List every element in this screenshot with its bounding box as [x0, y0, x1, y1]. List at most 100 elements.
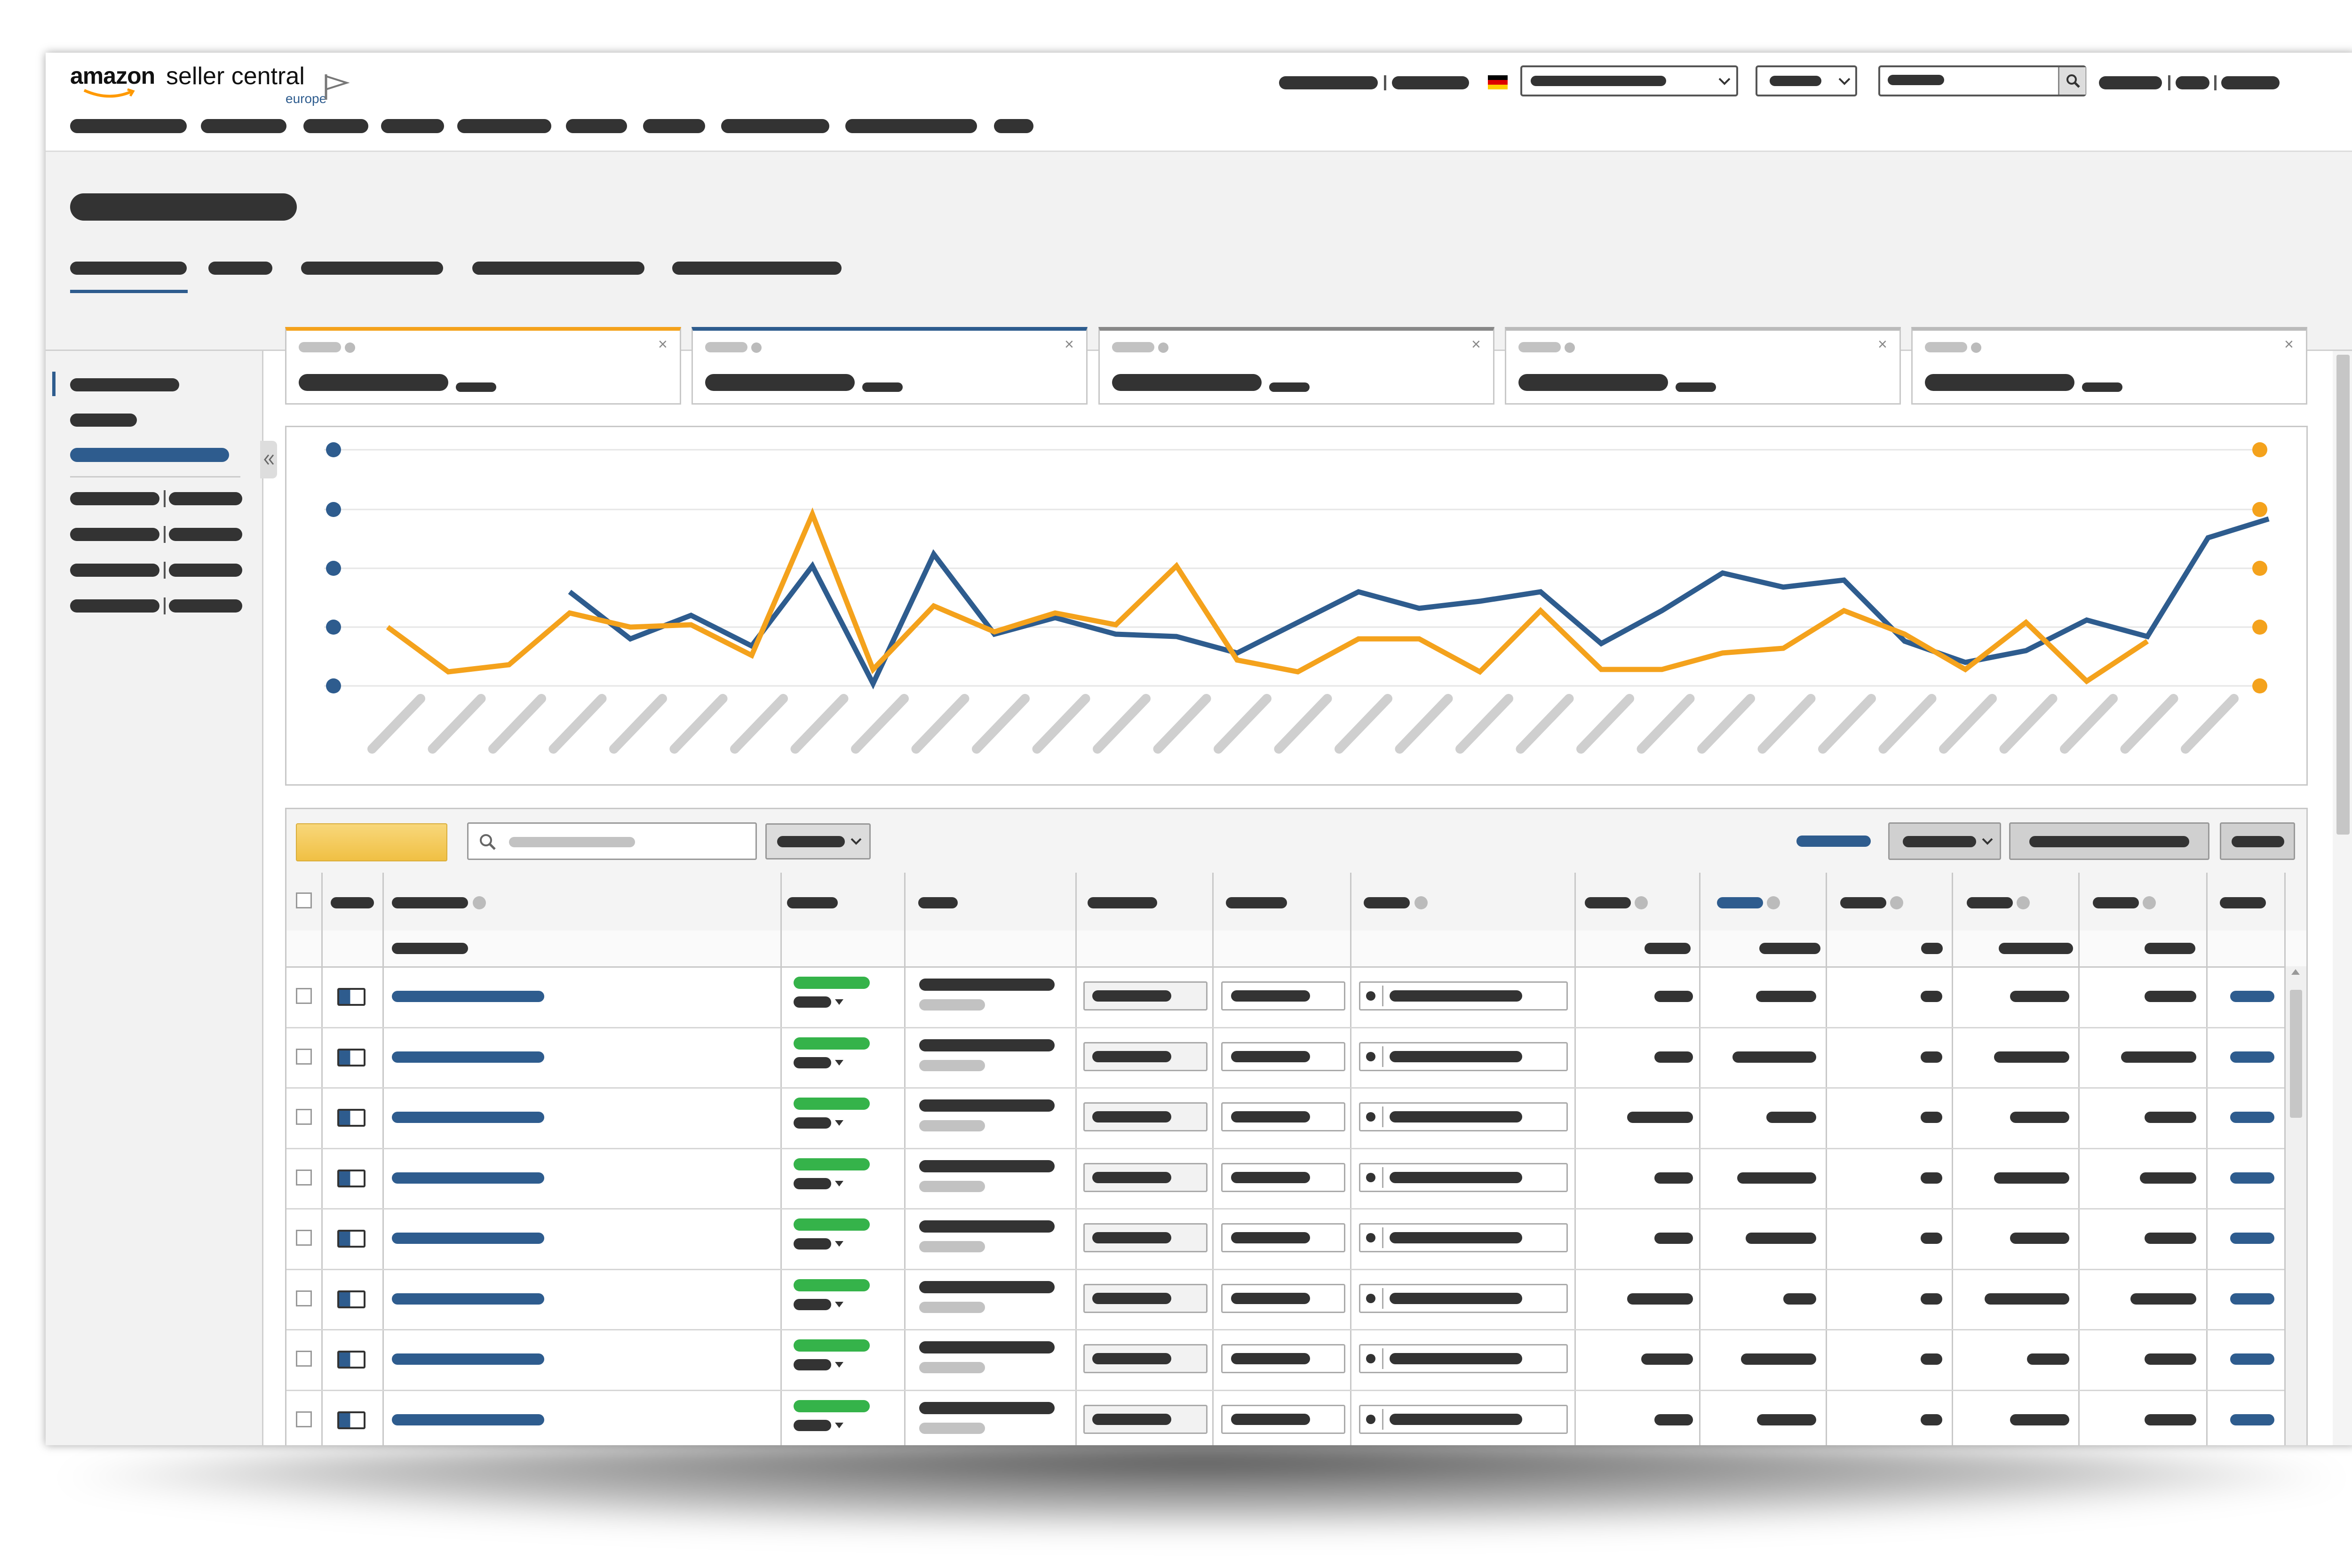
table-row[interactable] — [286, 1390, 2284, 1446]
close-icon[interactable]: × — [658, 336, 672, 352]
metric-card-2[interactable]: × — [691, 327, 1088, 405]
tab-3[interactable] — [301, 262, 443, 275]
row-checkbox[interactable] — [296, 1230, 312, 1246]
fulfillment-field[interactable] — [1359, 1283, 1568, 1313]
column-header-fulfillment[interactable] — [1364, 897, 1410, 908]
sidebar-filter-value[interactable] — [169, 599, 242, 613]
tab-4[interactable] — [472, 262, 644, 275]
column-header-sales-sorted[interactable] — [1717, 897, 1763, 908]
table-scrollbar[interactable] — [2286, 966, 2306, 1445]
product-title-link[interactable] — [392, 1172, 544, 1184]
product-title-link[interactable] — [392, 1353, 544, 1365]
table-link[interactable] — [1796, 836, 1871, 847]
price-input[interactable] — [1083, 1344, 1208, 1373]
price-input[interactable] — [1083, 1102, 1208, 1131]
nav-item-stores[interactable] — [566, 119, 627, 133]
fulfillment-field[interactable] — [1359, 1223, 1568, 1252]
row-action-link[interactable] — [2230, 1353, 2274, 1365]
status-dropdown[interactable] — [794, 1117, 831, 1129]
table-row[interactable] — [286, 966, 2284, 1028]
row-checkbox[interactable] — [296, 1169, 312, 1186]
sidebar-filter-label[interactable] — [70, 492, 159, 505]
fulfillment-field[interactable] — [1359, 981, 1568, 1011]
column-header-product[interactable] — [392, 897, 468, 908]
chevron-down-icon[interactable] — [835, 1301, 843, 1307]
product-title-link[interactable] — [392, 991, 544, 1002]
sidebar-filter-label[interactable] — [70, 528, 159, 541]
price-input[interactable] — [1083, 981, 1208, 1011]
product-title-link[interactable] — [392, 1293, 544, 1305]
close-icon[interactable]: × — [1471, 336, 1486, 352]
column-header-units[interactable] — [1585, 897, 1631, 908]
column-header-action[interactable] — [2220, 897, 2266, 908]
sidebar-filter-value[interactable] — [169, 492, 242, 505]
shipping-input[interactable] — [1221, 1404, 1345, 1434]
table-row[interactable] — [286, 1027, 2284, 1089]
row-checkbox[interactable] — [296, 1411, 312, 1427]
price-input[interactable] — [1083, 1404, 1208, 1434]
nav-item-pricing[interactable] — [303, 119, 368, 133]
fulfillment-field[interactable] — [1359, 1102, 1568, 1131]
column-header-fees[interactable] — [1840, 897, 1886, 908]
tab-5[interactable] — [672, 262, 842, 275]
chevron-down-icon[interactable] — [835, 999, 843, 1005]
row-checkbox[interactable] — [296, 988, 312, 1004]
nav-item-catalog[interactable] — [70, 119, 187, 133]
page-scroll-thumb[interactable] — [2336, 355, 2350, 835]
column-header-status[interactable] — [787, 897, 838, 908]
header-link-help[interactable] — [2176, 76, 2209, 89]
table-row[interactable] — [286, 1148, 2284, 1210]
row-checkbox[interactable] — [296, 1290, 312, 1306]
column-header-date[interactable] — [918, 897, 958, 908]
sidebar-item-1[interactable] — [70, 378, 179, 391]
flag-icon[interactable] — [323, 72, 350, 102]
view-dropdown[interactable] — [1888, 822, 2001, 860]
chevron-down-icon[interactable] — [835, 1362, 843, 1368]
chevron-down-icon[interactable] — [835, 1120, 843, 1126]
scroll-thumb[interactable] — [2290, 990, 2302, 1118]
chevron-down-icon[interactable] — [835, 1059, 843, 1066]
shipping-input[interactable] — [1221, 1223, 1345, 1252]
row-action-link[interactable] — [2230, 1233, 2274, 1244]
price-input[interactable] — [1083, 1223, 1208, 1252]
column-header-image[interactable] — [331, 897, 374, 908]
select-all-checkbox[interactable] — [296, 892, 312, 908]
row-action-link[interactable] — [2230, 991, 2274, 1002]
shipping-input[interactable] — [1221, 1283, 1345, 1313]
sidebar-link-active[interactable] — [70, 448, 229, 462]
price-input[interactable] — [1083, 1042, 1208, 1071]
column-header-shipping[interactable] — [1226, 897, 1287, 908]
status-dropdown[interactable] — [794, 1359, 831, 1370]
nav-item-reports[interactable] — [721, 119, 829, 133]
row-action-link[interactable] — [2230, 1112, 2274, 1123]
nav-item-performance[interactable] — [845, 119, 977, 133]
logo[interactable]: amazon seller central europe — [70, 62, 334, 114]
sidebar-filter-value[interactable] — [169, 564, 242, 577]
metric-card-1[interactable]: × — [285, 327, 681, 405]
fulfillment-field[interactable] — [1359, 1042, 1568, 1071]
tab-1[interactable] — [70, 262, 187, 275]
product-title-link[interactable] — [392, 1414, 544, 1425]
chevron-down-icon[interactable] — [835, 1180, 843, 1186]
status-dropdown[interactable] — [794, 1057, 831, 1068]
row-action-link[interactable] — [2230, 1172, 2274, 1184]
sidebar-filter-label[interactable] — [70, 564, 159, 577]
header-search-input[interactable] — [1878, 65, 2086, 96]
row-checkbox[interactable] — [296, 1109, 312, 1125]
chevron-down-icon[interactable] — [835, 1422, 843, 1428]
row-action-link[interactable] — [2230, 1051, 2274, 1063]
nav-item-inventory[interactable] — [201, 119, 286, 133]
shipping-input[interactable] — [1221, 1042, 1345, 1071]
row-action-link[interactable] — [2230, 1293, 2274, 1305]
fulfillment-field[interactable] — [1359, 1404, 1568, 1434]
nav-item-growth[interactable] — [643, 119, 705, 133]
shipping-input[interactable] — [1221, 1162, 1345, 1192]
sidebar-filter-label[interactable] — [70, 599, 159, 613]
search-button[interactable] — [2058, 67, 2086, 95]
table-search-input[interactable] — [467, 822, 757, 860]
secondary-button[interactable] — [2009, 822, 2209, 860]
nav-item-orders[interactable] — [381, 119, 444, 133]
shipping-input[interactable] — [1221, 981, 1345, 1011]
row-checkbox[interactable] — [296, 1048, 312, 1065]
primary-action-button[interactable] — [296, 823, 447, 861]
